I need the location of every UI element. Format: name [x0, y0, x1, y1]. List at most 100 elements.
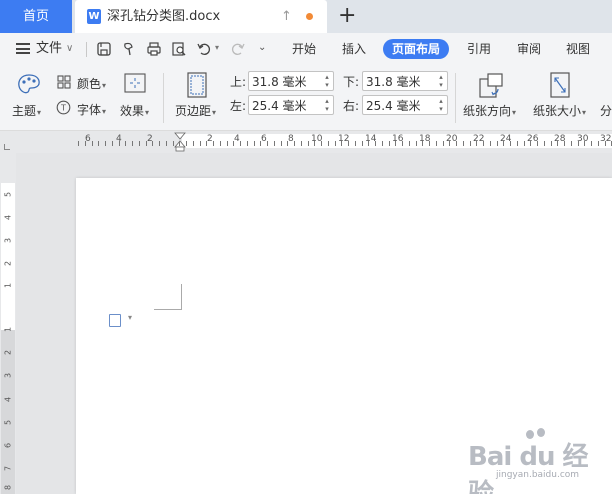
ruler-tick — [517, 141, 518, 146]
margin-bottom-input[interactable] — [363, 72, 433, 90]
tab-view[interactable]: 视图 — [557, 39, 599, 59]
margins-button[interactable]: 页边距▾ — [175, 102, 216, 119]
color-label: 颜色 — [77, 77, 102, 91]
separator — [86, 42, 87, 57]
color-button[interactable]: 颜色▾ — [77, 75, 106, 92]
margin-top-field[interactable]: ▴▾ — [248, 71, 334, 91]
new-tab-plus-icon[interactable]: + — [338, 0, 356, 32]
margin-top-input[interactable] — [249, 72, 319, 90]
separator — [455, 73, 456, 123]
undo-icon[interactable] — [196, 41, 212, 57]
ruler-tick — [341, 141, 342, 146]
tab-stop-selector-icon[interactable] — [4, 144, 10, 150]
ruler-tick — [584, 141, 585, 146]
ruler-tick — [112, 141, 113, 146]
margin-left-field[interactable]: ▴▾ — [248, 95, 334, 115]
font-scheme-icon: T — [56, 100, 71, 115]
vertical-ruler[interactable]: 5 4 3 2 1 1 2 3 4 5 6 7 8 — [0, 153, 16, 494]
paper-size-icon — [550, 72, 570, 98]
margin-left-spinner[interactable]: ▴ ▾ — [323, 97, 331, 113]
tab-insert[interactable]: 插入 — [333, 39, 375, 59]
ruler-tick — [524, 141, 525, 146]
ruler-tick — [233, 141, 234, 146]
vruler-number: 4 — [3, 214, 13, 221]
ruler-tick — [544, 141, 545, 146]
margin-right-input[interactable] — [363, 96, 433, 114]
quick-access-more-icon[interactable]: ⌄ — [258, 42, 266, 53]
file-menu[interactable]: 文件 — [36, 33, 62, 65]
ruler-tick — [362, 141, 363, 146]
home-tab[interactable]: 首页 — [0, 0, 72, 33]
tab-page-layout[interactable]: 页面布局 — [383, 39, 450, 59]
ruler-number: 2 — [207, 134, 213, 144]
tab-review[interactable]: 审阅 — [508, 39, 550, 59]
ruler-tick — [456, 141, 457, 146]
ruler-tick — [78, 141, 79, 146]
ruler-tick — [402, 141, 403, 146]
tab-home[interactable]: 开始 — [283, 39, 325, 59]
undo-dropdown-caret[interactable]: ▾ — [215, 43, 219, 52]
effects-button[interactable]: 效果▾ — [120, 102, 149, 119]
columns-button[interactable]: 分 — [600, 102, 612, 119]
horizontal-ruler[interactable]: 6 4 2 2 4 6 8 10 12 14 16 18 20 22 24 26… — [0, 131, 612, 153]
chevron-down-icon[interactable]: ▾ — [128, 313, 132, 322]
ruler-tick — [260, 141, 261, 146]
ruler-tick — [510, 141, 511, 146]
paper-size-button[interactable]: 纸张大小▾ — [533, 102, 586, 119]
ruler-tick — [220, 141, 221, 146]
ruler-tick — [422, 141, 423, 146]
redo-icon[interactable] — [230, 41, 246, 57]
margin-right-field[interactable]: ▴▾ — [362, 95, 448, 115]
orientation-label: 纸张方向 — [463, 104, 512, 118]
print-icon[interactable] — [146, 41, 162, 57]
font-button[interactable]: 字体▾ — [77, 101, 106, 118]
ruler-tick — [281, 141, 282, 146]
format-painter-icon[interactable] — [121, 41, 137, 57]
upload-arrow-icon[interactable]: ↑ — [281, 0, 292, 33]
page-orientation-icon — [479, 73, 503, 98]
margin-bottom-field[interactable]: ▴▾ — [362, 71, 448, 91]
margin-top-spinner[interactable]: ▴ ▾ — [323, 73, 331, 89]
ruler-tick — [389, 141, 390, 146]
ruler-tick — [564, 141, 565, 146]
chevron-down-icon[interactable]: ∨ — [66, 33, 73, 65]
vruler-number: 2 — [3, 260, 13, 267]
vruler-number: 3 — [3, 372, 13, 379]
theme-palette-icon[interactable] — [16, 73, 42, 97]
chevron-down-icon: ▾ — [102, 81, 107, 90]
save-icon[interactable] — [96, 41, 112, 57]
ruler-tick — [119, 141, 120, 146]
ruler-tick — [443, 141, 444, 146]
paw-icon — [537, 428, 545, 437]
ruler-tick — [139, 141, 140, 146]
tab-references[interactable]: 引用 — [458, 39, 500, 59]
margin-left-input[interactable] — [249, 96, 319, 114]
ruler-tick — [368, 141, 369, 146]
margin-right-spinner[interactable]: ▴ ▾ — [437, 97, 445, 113]
vruler-number: 6 — [3, 442, 13, 449]
ruler-tick — [497, 141, 498, 146]
ruler-tick — [314, 141, 315, 146]
ruler-tick — [490, 141, 491, 146]
vruler-number: 1 — [3, 282, 13, 289]
margin-bottom-spinner[interactable]: ▴ ▾ — [437, 73, 445, 89]
ruler-tick — [287, 141, 288, 146]
document-tab[interactable]: W 深孔钻分类图.docx ↑ — [75, 0, 327, 33]
indent-marker-icon[interactable] — [174, 131, 186, 153]
ruler-tick — [530, 141, 531, 146]
print-preview-icon[interactable] — [171, 41, 187, 57]
orientation-button[interactable]: 纸张方向▾ — [463, 102, 516, 119]
hamburger-menu-icon[interactable] — [16, 43, 30, 54]
ruler-tick — [125, 141, 126, 146]
ruler-tick — [591, 141, 592, 146]
color-scheme-icon — [57, 75, 71, 89]
ruler-tick — [551, 141, 552, 146]
paste-options-icon[interactable] — [109, 314, 121, 327]
chevron-down-icon: ▾ — [212, 108, 217, 117]
vruler-number: 2 — [3, 349, 13, 356]
ruler-tick — [416, 141, 417, 146]
page-margins-icon — [187, 72, 207, 98]
theme-button[interactable]: 主题▾ — [12, 102, 41, 119]
ruler-tick — [132, 141, 133, 146]
ruler-tick — [321, 141, 322, 146]
